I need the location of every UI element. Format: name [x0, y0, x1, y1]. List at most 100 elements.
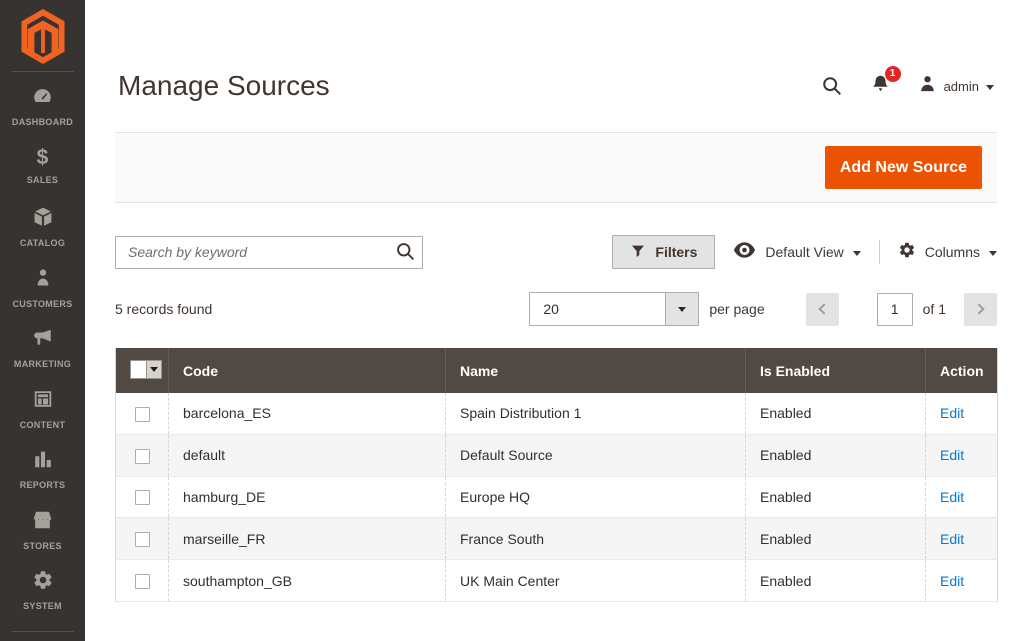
edit-link[interactable]: Edit — [940, 405, 964, 421]
sidebar-item-sales[interactable]: $ SALES — [0, 137, 85, 198]
sidebar-item-label: SYSTEM — [23, 601, 62, 611]
filters-button[interactable]: Filters — [612, 235, 715, 269]
sidebar-item-catalog[interactable]: CATALOG — [0, 197, 85, 258]
select-all-dropdown[interactable] — [146, 361, 161, 378]
cell-name: France South — [446, 518, 746, 560]
cell-name: Default Source — [446, 434, 746, 476]
row-checkbox[interactable] — [135, 574, 150, 589]
sidebar-item-dashboard[interactable]: DASHBOARD — [0, 76, 85, 137]
per-page-value: 20 — [530, 293, 665, 325]
edit-link[interactable]: Edit — [940, 573, 964, 589]
cell-is-enabled: Enabled — [746, 393, 926, 434]
records-row: 5 records found 20 per page of 1 — [115, 292, 997, 326]
user-icon — [918, 74, 937, 99]
total-pages-label: of 1 — [923, 301, 946, 317]
admin-user-menu[interactable]: admin — [918, 74, 994, 99]
table-row: hamburg_DE Europe HQ Enabled Edit — [116, 476, 998, 518]
funnel-icon — [630, 243, 646, 262]
add-new-source-button[interactable]: Add New Source — [825, 146, 982, 189]
cell-code: default — [169, 434, 446, 476]
notification-badge: 1 — [885, 66, 901, 82]
notifications-button[interactable]: 1 — [870, 73, 891, 100]
gear-icon — [898, 241, 916, 264]
grid-header-row: Code Name Is Enabled Action — [116, 348, 998, 393]
header-actions: 1 admin — [821, 73, 994, 100]
sidebar-divider — [12, 71, 74, 72]
sidebar-item-label: SALES — [27, 175, 59, 185]
filters-label: Filters — [655, 244, 697, 260]
admin-sidebar: DASHBOARD $ SALES CATALOG CUSTOMERS MARK… — [0, 0, 85, 641]
sales-icon: $ — [37, 148, 49, 170]
main-content: Manage Sources 1 admin Add New Source — [85, 0, 1024, 641]
sidebar-item-label: CUSTOMERS — [12, 299, 72, 309]
sources-grid: Code Name Is Enabled Action barcelona_ES… — [115, 348, 998, 602]
row-checkbox[interactable] — [135, 490, 150, 505]
sidebar-item-label: DASHBOARD — [12, 117, 73, 127]
select-all-checkbox[interactable] — [131, 361, 146, 378]
edit-link[interactable]: Edit — [940, 531, 964, 547]
toolbar-divider — [879, 240, 880, 264]
sidebar-item-label: REPORTS — [20, 480, 66, 490]
sidebar-item-reports[interactable]: REPORTS — [0, 439, 85, 500]
chevron-down-icon — [150, 367, 158, 372]
current-page-input[interactable] — [877, 293, 913, 326]
next-page-button[interactable] — [964, 293, 997, 326]
cell-code: hamburg_DE — [169, 476, 446, 518]
column-header-name[interactable]: Name — [446, 348, 746, 393]
per-page-label: per page — [709, 301, 764, 317]
reports-icon — [32, 448, 54, 475]
chevron-down-icon — [678, 307, 686, 312]
page-title: Manage Sources — [118, 70, 330, 102]
chevron-down-icon — [986, 85, 994, 90]
eye-icon — [733, 241, 756, 264]
magnifier-icon[interactable] — [395, 241, 416, 267]
columns-selector-label: Columns — [925, 244, 980, 260]
pagination-controls: 20 per page of 1 — [529, 292, 997, 326]
columns-selector[interactable]: Columns — [898, 241, 997, 264]
system-icon — [32, 569, 54, 596]
sidebar-item-label: MARKETING — [14, 359, 71, 369]
cell-code: marseille_FR — [169, 518, 446, 560]
toolbar-right-group: Filters Default View Columns — [612, 235, 997, 269]
sidebar-item-content[interactable]: CONTENT — [0, 379, 85, 440]
table-row: barcelona_ES Spain Distribution 1 Enable… — [116, 393, 998, 434]
chevron-left-icon — [818, 303, 829, 314]
cell-code: barcelona_ES — [169, 393, 446, 434]
customers-icon — [33, 267, 53, 294]
select-all-control[interactable] — [130, 360, 162, 379]
previous-page-button[interactable] — [806, 293, 839, 326]
sidebar-item-system[interactable]: SYSTEM — [0, 560, 85, 621]
sidebar-item-label: STORES — [23, 541, 62, 551]
cell-is-enabled: Enabled — [746, 476, 926, 518]
column-header-is-enabled[interactable]: Is Enabled — [746, 348, 926, 393]
column-header-action: Action — [926, 348, 998, 393]
sidebar-item-marketing[interactable]: MARKETING — [0, 318, 85, 379]
sidebar-item-stores[interactable]: STORES — [0, 500, 85, 561]
search-icon[interactable] — [821, 75, 843, 97]
chevron-down-icon — [853, 251, 861, 256]
search-input[interactable] — [115, 236, 423, 269]
dashboard-icon — [31, 85, 54, 112]
grid-toolbar: Filters Default View Columns — [115, 235, 997, 269]
view-selector-label: Default View — [765, 244, 843, 260]
cell-is-enabled: Enabled — [746, 518, 926, 560]
marketing-icon — [31, 327, 54, 354]
row-checkbox[interactable] — [135, 407, 150, 422]
view-selector[interactable]: Default View — [733, 241, 860, 264]
edit-link[interactable]: Edit — [940, 489, 964, 505]
row-checkbox[interactable] — [135, 532, 150, 547]
sidebar-item-customers[interactable]: CUSTOMERS — [0, 258, 85, 319]
sidebar-item-label: CATALOG — [20, 238, 65, 248]
cell-name: Europe HQ — [446, 476, 746, 518]
row-checkbox[interactable] — [135, 449, 150, 464]
sidebar-divider — [12, 631, 74, 632]
edit-link[interactable]: Edit — [940, 447, 964, 463]
column-header-code[interactable]: Code — [169, 348, 446, 393]
page-header: Manage Sources 1 admin — [118, 70, 994, 102]
records-found-text: 5 records found — [115, 301, 212, 317]
chevron-right-icon — [973, 303, 984, 314]
bell-icon — [870, 82, 891, 99]
per-page-select[interactable]: 20 — [529, 292, 699, 326]
magento-logo[interactable] — [19, 7, 67, 65]
cell-name: UK Main Center — [446, 560, 746, 602]
